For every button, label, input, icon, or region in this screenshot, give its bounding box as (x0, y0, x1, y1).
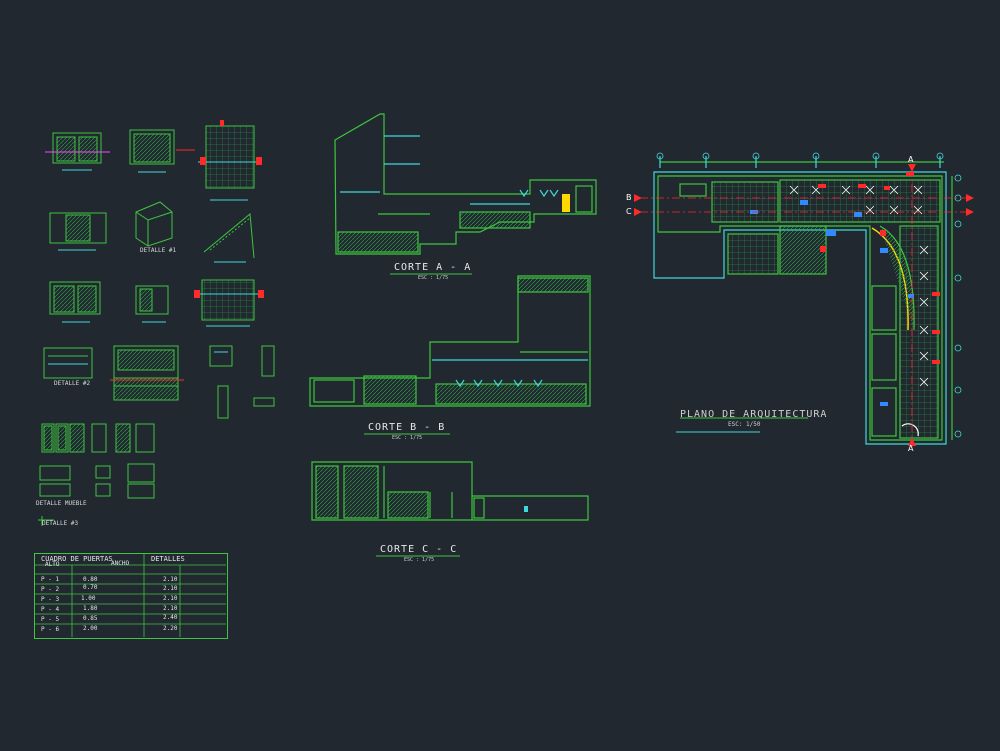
detalle-1-label: DETALLE #1 (140, 247, 177, 254)
table-row-alto: 2.10 (163, 605, 178, 612)
table-col-ancho: ANCHO (111, 560, 130, 567)
door-detail-5 (135, 285, 169, 323)
table-row-alto: 2.10 (163, 585, 178, 592)
detail-sloped (203, 213, 255, 263)
corte-c-scale: ESC : 1/75 (404, 557, 435, 563)
small-details (209, 345, 275, 419)
detalle-3-label: DETALLE #3 (42, 520, 79, 527)
detalle-mueble-label: DETALLE MUEBLE (36, 500, 87, 507)
detail-1-iso (135, 201, 173, 247)
corte-b-scale: ESC : 1/75 (392, 435, 423, 441)
axis-b-left: B (626, 193, 632, 202)
corte-a-title: CORTE A - A (394, 262, 472, 273)
door-detail-4 (49, 281, 101, 323)
table-row-ancho: 0.80 (83, 576, 98, 583)
bath-detail-b (194, 279, 264, 327)
axis-a-top: A (908, 155, 914, 164)
door-schedule-table: CUADRO DE PUERTAS DETALLES ALTO ANCHO P … (34, 553, 228, 639)
table-row-id: P - 5 (41, 616, 60, 623)
table-row-id: P - 6 (41, 626, 60, 633)
corte-a-section (334, 113, 597, 255)
bath-detail-a (198, 120, 262, 201)
door-detail-3 (49, 212, 107, 251)
table-row-alto: 2.20 (163, 625, 178, 632)
table-row-ancho: 0.70 (83, 584, 98, 591)
table-row-id: P - 3 (41, 596, 60, 603)
floor-plan (653, 152, 962, 445)
detail-mueble (38, 463, 155, 526)
table-row-id: P - 2 (41, 586, 60, 593)
plano-scale: ESC: 1/50 (728, 421, 761, 428)
cad-drawing-sheet: CORTE A - A ESC : 1/75 CORTE B - B ESC :… (0, 0, 1000, 751)
corte-c-section (311, 461, 589, 521)
detail-2-furniture (43, 345, 184, 401)
table-row-ancho: 1.00 (81, 595, 96, 602)
table-row-alto: 2.10 (163, 595, 178, 602)
corte-b-title: CORTE B - B (368, 422, 446, 433)
table-col-alto: ALTO (45, 561, 60, 568)
table-row-ancho: 0.85 (83, 615, 98, 622)
table-row-id: P - 4 (41, 606, 60, 613)
table-row-alto: 2.10 (163, 576, 178, 583)
table-row-alto: 2.40 (163, 614, 178, 621)
door-detail-1 (45, 132, 110, 171)
door-elevations (41, 423, 155, 453)
plano-title: PLANO DE ARQUITECTURA (680, 409, 828, 420)
axis-a-bottom: A (908, 444, 914, 453)
corte-a-scale: ESC : 1/75 (418, 275, 449, 281)
table-row-ancho: 2.00 (83, 625, 98, 632)
axis-c-left: C (626, 207, 632, 216)
door-detail-2 (129, 129, 195, 173)
detalle-2-label: DETALLE #2 (54, 380, 91, 387)
table-details-header: DETALLES (151, 555, 185, 563)
corte-c-title: CORTE C - C (380, 544, 458, 555)
table-row-id: P - 1 (41, 576, 60, 583)
corte-b-section (309, 275, 591, 407)
table-row-ancho: 1.80 (83, 605, 98, 612)
detail-group-left (38, 120, 275, 526)
